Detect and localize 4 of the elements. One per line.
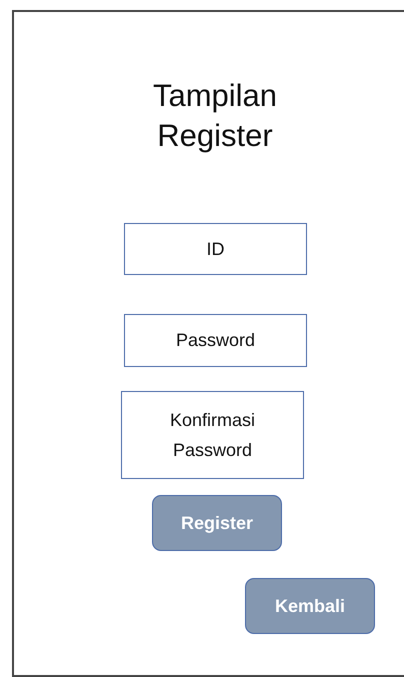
screen-title: Tampilan Register — [152, 77, 278, 155]
input-field[interactable]: ID — [124, 223, 307, 275]
input-field[interactable]: Konfirmasi Password — [121, 391, 304, 479]
input-field[interactable]: Password — [124, 314, 307, 367]
